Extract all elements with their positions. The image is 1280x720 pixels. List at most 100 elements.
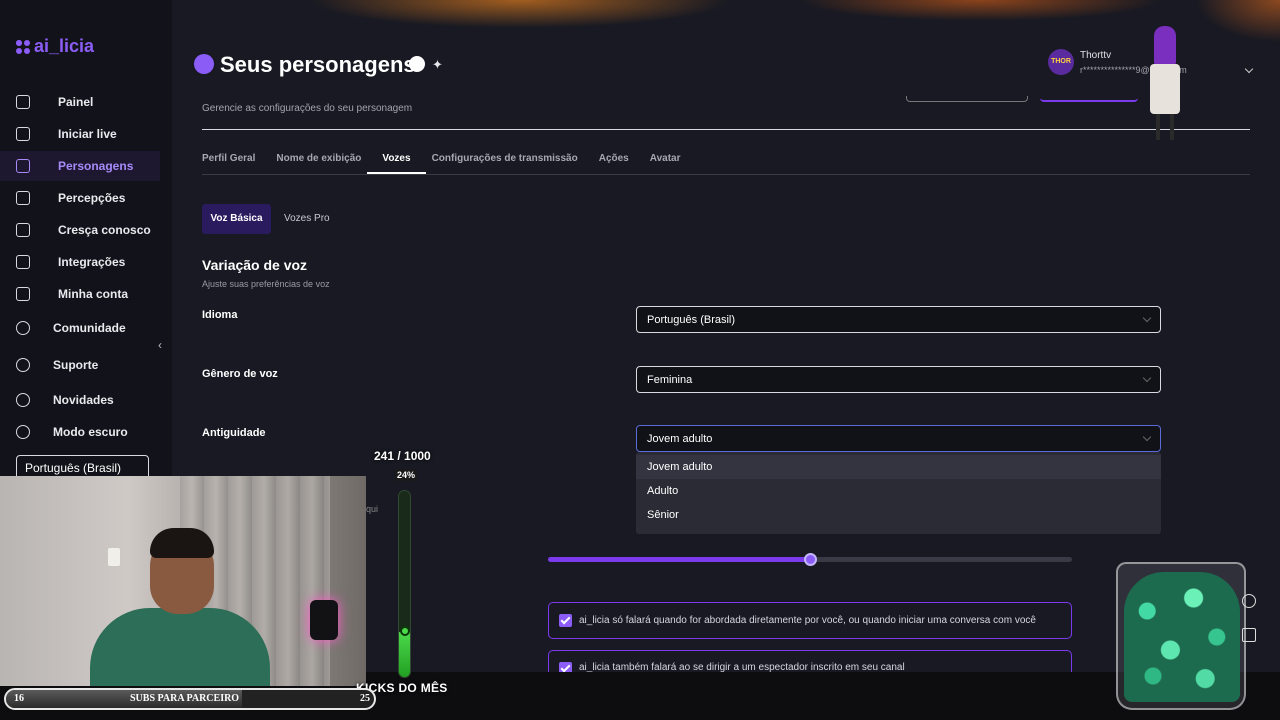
idioma-select[interactable]: Português (Brasil) [636, 306, 1161, 333]
secondary-button[interactable] [906, 96, 1028, 102]
integrations-icon [16, 255, 30, 269]
chevron-down-icon [1142, 313, 1152, 323]
microphone [310, 600, 338, 640]
tab-vozes[interactable]: Vozes [367, 146, 426, 174]
broadcast-icon [16, 127, 30, 141]
vtuber-body [1150, 64, 1180, 114]
page-title: Seus personagens [220, 52, 416, 77]
subtab-voz-basica[interactable]: Voz Básica [202, 204, 271, 234]
genero-value: Feminina [647, 374, 693, 386]
sidebar-item-label: Percepções [58, 191, 126, 205]
chevron-down-icon [1142, 432, 1152, 442]
sidebar-item-novidades[interactable]: Novidades [0, 385, 160, 415]
sparkle-icon: ✦ [432, 57, 443, 72]
logo-text: ai_licia [34, 36, 95, 56]
section-subtitle: Ajuste suas preferências de voz [202, 279, 330, 289]
kicks-goal-fill [399, 632, 410, 677]
kicks-jar [1116, 562, 1246, 710]
sidebar-item-label: Iniciar live [58, 127, 117, 141]
tab-avatar[interactable]: Avatar [650, 146, 681, 174]
divider [202, 129, 1250, 130]
sidebar-item-label: Suporte [53, 358, 99, 372]
vtuber-hair [1154, 26, 1176, 66]
logo-icon [16, 39, 30, 54]
sidebar-item-integracoes[interactable]: Integrações [0, 247, 160, 277]
app-logo[interactable]: ai_licia [16, 36, 94, 57]
support-icon [16, 358, 30, 372]
label-idioma: Idioma [202, 309, 238, 321]
voice-slider[interactable] [548, 553, 1072, 566]
avatar[interactable]: THOR [1048, 49, 1074, 75]
support-icon[interactable] [1242, 594, 1256, 608]
label-genero-de-voz: Gênero de voz [202, 368, 278, 380]
sidebar-item-label: Minha conta [58, 287, 129, 301]
antiguidade-value: Jovem adulto [647, 433, 713, 445]
vtuber-legs [1156, 114, 1174, 140]
grid-icon [16, 95, 30, 109]
user-icon [16, 287, 30, 301]
subs-current: 16 [14, 693, 24, 704]
kicks-goal-meter [398, 490, 411, 678]
sidebar-item-label: Integrações [58, 255, 126, 269]
subs-label: SUBS PARA PARCEIRO [130, 693, 240, 704]
chevron-down-icon [1142, 373, 1152, 383]
subs-target: 25 [360, 693, 370, 704]
bell-icon [16, 393, 30, 407]
moon-icon [16, 425, 30, 439]
sidebar-item-suporte[interactable]: Suporte [0, 350, 160, 380]
partial-label: qui [366, 504, 379, 514]
sidebar-item-label: Novidades [53, 393, 114, 407]
streamer [70, 516, 270, 686]
kicks-goal-count: 241 / 1000 [374, 449, 431, 463]
book-icon[interactable] [1242, 628, 1256, 642]
tab-bar: Perfil Geral Nome de exibição Vozes Conf… [202, 146, 702, 174]
primary-button[interactable] [1040, 96, 1138, 102]
idioma-value: Português (Brasil) [647, 314, 736, 326]
genero-select[interactable]: Feminina [636, 366, 1161, 393]
badge-icon [409, 56, 425, 72]
checkbox-row[interactable]: ai_licia só falará quando for abordada d… [548, 602, 1072, 639]
sidebar-item-percepcoes[interactable]: Percepções [0, 183, 160, 213]
checkbox-checked-icon[interactable] [559, 614, 572, 627]
tab-acoes[interactable]: Ações [599, 146, 629, 174]
sidebar-item-label: Personagens [58, 159, 134, 173]
collapse-sidebar-icon[interactable]: ‹ [158, 338, 162, 352]
sidebar-item-label: Modo escuro [53, 425, 128, 439]
sidebar-item-painel[interactable]: Painel [0, 87, 160, 117]
tab-divider [202, 174, 1250, 175]
checkbox-label: ai_licia só falará quando for abordada d… [579, 615, 1036, 626]
kicks-goal-percent: 24% [395, 469, 417, 481]
subs-progress-bar: 16 SUBS PARA PARCEIRO 25 [4, 688, 376, 710]
antiguidade-dropdown: Jovem adulto Adulto Sênior [636, 452, 1161, 534]
page-subtitle: Gerencie as configurações do seu persona… [202, 103, 413, 114]
tab-nome-de-exibicao[interactable]: Nome de exibição [276, 146, 361, 174]
option-jovem-adulto[interactable]: Jovem adulto [636, 455, 1161, 479]
community-icon [16, 321, 30, 335]
label-antiguidade: Antiguidade [202, 427, 266, 439]
sidebar-item-personagens[interactable]: Personagens [0, 151, 160, 181]
perception-icon [16, 191, 30, 205]
sidebar-item-label: Painel [58, 95, 94, 109]
webcam-feed [0, 476, 366, 686]
users-icon [16, 159, 30, 173]
slider-thumb[interactable] [804, 553, 817, 566]
antiguidade-select[interactable]: Jovem adulto [636, 425, 1161, 452]
sidebar-item-modo-escuro[interactable]: Modo escuro [0, 417, 160, 447]
sidebar-item-iniciar-live[interactable]: Iniciar live [0, 119, 160, 149]
sidebar-item-cresca-conosco[interactable]: Cresça conosco [0, 215, 160, 245]
growth-icon [16, 223, 30, 237]
kicks-goal-knob [400, 626, 410, 636]
slider-fill [548, 557, 810, 562]
sidebar-item-label: Cresça conosco [58, 223, 151, 237]
jar-contents [1124, 572, 1240, 702]
option-adulto[interactable]: Adulto [636, 479, 1161, 503]
subtab-vozes-pro[interactable]: Vozes Pro [284, 213, 330, 224]
user-name: Thorttv [1080, 50, 1112, 61]
sidebar-item-comunidade[interactable]: Comunidade [0, 313, 160, 343]
tab-configuracoes-de-transmissao[interactable]: Configurações de transmissão [432, 146, 578, 174]
option-senior[interactable]: Sênior [636, 503, 1161, 527]
sidebar-item-minha-conta[interactable]: Minha conta [0, 279, 160, 309]
side-icons [1242, 594, 1258, 662]
tab-perfil-geral[interactable]: Perfil Geral [202, 146, 255, 174]
hair [150, 528, 214, 558]
